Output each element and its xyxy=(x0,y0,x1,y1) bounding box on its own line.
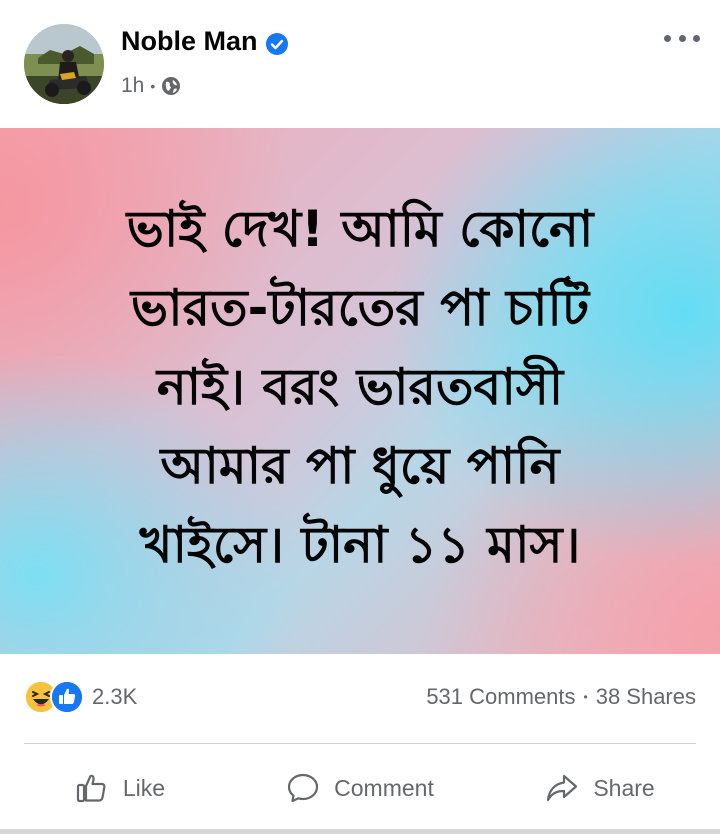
stats-separator: • xyxy=(583,690,588,704)
like-button[interactable]: Like xyxy=(0,750,240,826)
shares-count[interactable]: 38 Shares xyxy=(596,684,696,710)
post-header: Noble Man 1h • xyxy=(0,0,720,128)
thumbs-up-icon xyxy=(76,774,106,803)
dot-icon xyxy=(678,34,686,42)
post-meta: 1h • xyxy=(121,74,181,98)
avatar-photo xyxy=(24,24,104,104)
verified-badge-icon xyxy=(265,31,288,55)
share-button[interactable]: Share xyxy=(480,750,720,826)
author-name[interactable]: Noble Man xyxy=(121,26,258,57)
post-actions: Like Comment Share xyxy=(0,750,720,826)
dot-icon xyxy=(693,34,700,42)
more-options-button[interactable] xyxy=(664,28,700,48)
like-label: Like xyxy=(122,774,166,801)
bottom-separator xyxy=(0,829,720,834)
divider xyxy=(24,743,696,744)
comment-bubble-icon xyxy=(288,773,319,803)
comment-label: Comment xyxy=(334,774,434,801)
reactions-summary[interactable]: 2.3K xyxy=(24,679,137,715)
dot-icon xyxy=(664,34,671,42)
post-text: ভাই দেখ! আমি কোনো ভারত-টারতের পা চাটি না… xyxy=(126,200,594,574)
like-reaction-icon xyxy=(50,680,84,714)
reaction-count: 2.3K xyxy=(92,684,138,709)
share-arrow-icon xyxy=(547,774,578,802)
post-background: ভাই দেখ! আমি কোনো ভারত-টারতের পা চাটি না… xyxy=(0,128,720,654)
author-avatar[interactable] xyxy=(24,24,104,104)
share-label: Share xyxy=(593,774,655,801)
author-name-row[interactable]: Noble Man xyxy=(121,26,288,57)
meta-separator: • xyxy=(150,78,156,94)
globe-icon[interactable] xyxy=(161,76,181,96)
comments-count[interactable]: 531 Comments xyxy=(426,684,575,710)
engagement-stats: 531 Comments • 38 Shares xyxy=(426,684,696,710)
post-time[interactable]: 1h xyxy=(121,74,144,98)
comment-button[interactable]: Comment xyxy=(240,750,480,826)
